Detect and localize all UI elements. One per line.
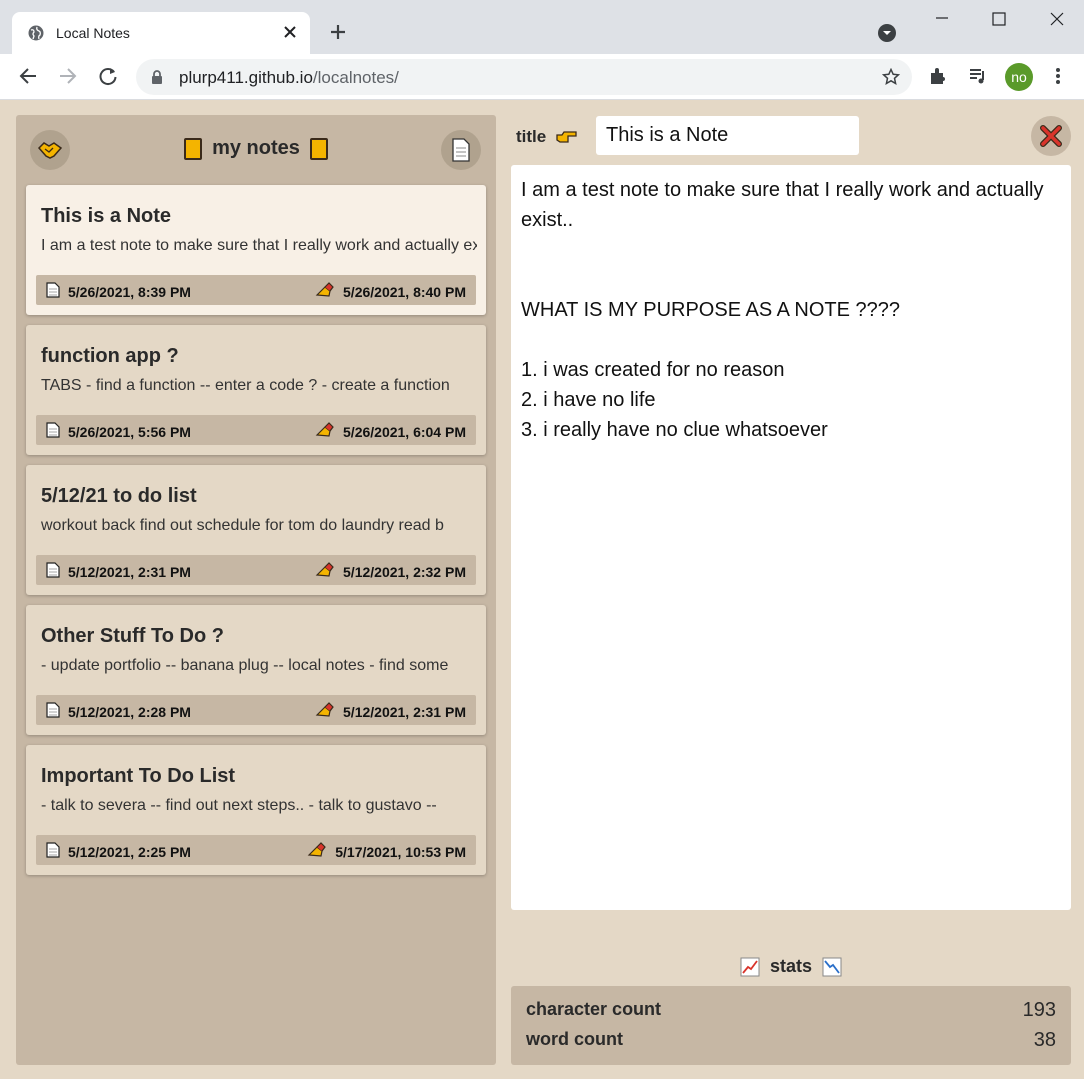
note-meta: 5/26/2021, 8:39 PM 5/26/2021, 8:40 PM bbox=[36, 275, 476, 305]
chart-decreasing-icon bbox=[822, 957, 842, 976]
notebook-icon bbox=[309, 137, 328, 160]
minimize-icon[interactable] bbox=[934, 10, 950, 26]
title-input[interactable] bbox=[596, 116, 859, 155]
created-date: 5/26/2021, 8:39 PM bbox=[46, 282, 191, 301]
note-title: Important To Do List bbox=[41, 765, 236, 787]
edit-icon bbox=[315, 282, 335, 301]
word-count-row: word count 38 bbox=[526, 1029, 1056, 1051]
note-body-textarea[interactable]: I am a test note to make sure that I rea… bbox=[511, 165, 1071, 910]
lock-icon bbox=[152, 70, 162, 84]
page-icon bbox=[452, 138, 470, 162]
note-meta: 5/12/2021, 2:25 PM 5/17/2021, 10:53 PM bbox=[36, 835, 476, 865]
browser-tab-strip: Local Notes bbox=[0, 0, 1084, 54]
page-icon bbox=[46, 702, 60, 721]
note-editor: title I am a test note to make sure that… bbox=[511, 115, 1071, 1065]
created-date: 5/12/2021, 2:25 PM bbox=[46, 842, 191, 861]
note-preview: - update portfolio -- banana plug -- loc… bbox=[41, 657, 449, 674]
browser-toolbar: plurp411.github.io/localnotes/ no bbox=[0, 54, 1084, 100]
note-card[interactable]: Other Stuff To Do ? - update portfolio --… bbox=[26, 605, 486, 735]
back-icon[interactable] bbox=[17, 65, 39, 87]
bookmark-star-icon[interactable] bbox=[882, 68, 900, 86]
edit-icon bbox=[315, 422, 335, 441]
close-tab-icon[interactable] bbox=[282, 24, 298, 40]
edited-date: 5/12/2021, 2:32 PM bbox=[315, 562, 466, 581]
url-text: plurp411.github.io/localnotes/ bbox=[179, 68, 399, 87]
word-count-value: 38 bbox=[1033, 1029, 1056, 1051]
note-preview: - talk to severa -- find out next steps.… bbox=[41, 797, 437, 814]
tab-title: Local Notes bbox=[56, 25, 130, 41]
edit-icon bbox=[315, 702, 335, 721]
browser-tab[interactable]: Local Notes bbox=[12, 12, 310, 54]
media-controls-icon[interactable] bbox=[968, 66, 988, 86]
note-meta: 5/12/2021, 2:31 PM 5/12/2021, 2:32 PM bbox=[36, 555, 476, 585]
note-meta: 5/26/2021, 5:56 PM 5/26/2021, 6:04 PM bbox=[36, 415, 476, 445]
edited-date: 5/12/2021, 2:31 PM bbox=[315, 702, 466, 721]
reload-icon[interactable] bbox=[97, 65, 119, 87]
notes-sidebar: my notes This is a Note I am a test note … bbox=[16, 115, 496, 1065]
character-count-row: character count 193 bbox=[526, 999, 1056, 1021]
character-count-value: 193 bbox=[1022, 999, 1056, 1021]
created-date: 5/12/2021, 2:28 PM bbox=[46, 702, 191, 721]
new-note-button[interactable] bbox=[441, 130, 481, 170]
profile-avatar[interactable]: no bbox=[1005, 63, 1033, 91]
title-label: title bbox=[516, 127, 578, 147]
note-card[interactable]: Important To Do List - talk to severa -- … bbox=[26, 745, 486, 875]
edited-date: 5/17/2021, 10:53 PM bbox=[307, 842, 466, 861]
stats-heading: stats bbox=[511, 956, 1071, 977]
forward-icon[interactable] bbox=[57, 65, 79, 87]
page-icon bbox=[46, 422, 60, 441]
note-preview: I am a test note to make sure that I rea… bbox=[41, 237, 477, 254]
sidebar-heading: my notes bbox=[16, 137, 496, 160]
note-title: 5/12/21 to do list bbox=[41, 485, 197, 507]
edit-icon bbox=[315, 562, 335, 581]
note-title: function app ? bbox=[41, 345, 179, 367]
note-title: This is a Note bbox=[41, 205, 172, 227]
page-icon bbox=[46, 282, 60, 301]
edited-date: 5/26/2021, 8:40 PM bbox=[315, 282, 466, 301]
note-card[interactable]: 5/12/21 to do list workout back find out … bbox=[26, 465, 486, 595]
page-icon bbox=[46, 562, 60, 581]
pointing-hand-icon bbox=[556, 131, 577, 143]
close-x-icon bbox=[1040, 125, 1062, 147]
page-icon bbox=[46, 842, 60, 861]
note-preview: TABS - find a function -- enter a code ?… bbox=[41, 377, 450, 394]
edit-icon bbox=[307, 842, 327, 861]
menu-dots-icon[interactable] bbox=[1048, 66, 1068, 86]
note-meta: 5/12/2021, 2:28 PM 5/12/2021, 2:31 PM bbox=[36, 695, 476, 725]
chart-increasing-icon bbox=[740, 957, 760, 976]
maximize-icon[interactable] bbox=[991, 11, 1007, 27]
new-tab-icon[interactable] bbox=[328, 22, 348, 42]
close-note-button[interactable] bbox=[1031, 116, 1071, 156]
window-close-icon[interactable] bbox=[1049, 11, 1065, 27]
tab-search-icon[interactable] bbox=[878, 24, 896, 42]
note-card[interactable]: function app ? TABS - find a function -- … bbox=[26, 325, 486, 455]
note-card[interactable]: This is a Note I am a test note to make s… bbox=[26, 185, 486, 315]
stats-panel: character count 193 word count 38 bbox=[511, 986, 1071, 1065]
note-preview: workout back find out schedule for tom d… bbox=[41, 517, 444, 534]
extensions-icon[interactable] bbox=[928, 66, 948, 86]
created-date: 5/12/2021, 2:31 PM bbox=[46, 562, 191, 581]
created-date: 5/26/2021, 5:56 PM bbox=[46, 422, 191, 441]
notebook-icon bbox=[184, 137, 203, 160]
edited-date: 5/26/2021, 6:04 PM bbox=[315, 422, 466, 441]
sidebar-title: my notes bbox=[212, 137, 300, 159]
note-title: Other Stuff To Do ? bbox=[41, 625, 224, 647]
address-bar[interactable]: plurp411.github.io/localnotes/ bbox=[136, 59, 912, 95]
globe-icon bbox=[28, 25, 44, 41]
